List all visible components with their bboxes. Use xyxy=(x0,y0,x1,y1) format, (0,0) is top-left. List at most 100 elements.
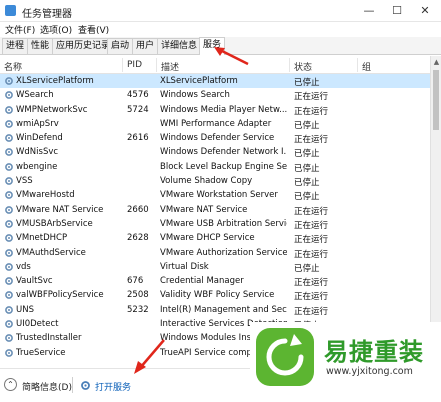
title-bar: 任务管理器 — ☐ ✕ xyxy=(0,0,441,22)
service-description: VMware DHCP Service xyxy=(160,233,255,244)
table-row[interactable]: VMUSBArbService VMware USB Arbitration Se… xyxy=(0,217,430,231)
service-status: 已停止 xyxy=(294,178,320,189)
task-manager-icon xyxy=(5,5,16,16)
tab-performance[interactable]: 性能 xyxy=(27,38,54,54)
service-description: VMware USB Arbitration Service xyxy=(160,218,287,229)
menu-options[interactable]: 选项(O) xyxy=(40,23,72,36)
tab-details[interactable]: 详细信息 xyxy=(157,38,202,54)
refresh-logo-icon xyxy=(256,328,314,386)
service-pid: 2628 xyxy=(127,233,149,244)
service-description: VMware NAT Service xyxy=(160,204,248,215)
table-row[interactable]: WSearch 4576 Windows Search 正在运行 xyxy=(0,88,430,102)
table-row[interactable]: VMAuthdService VMware Authorization Servi… xyxy=(0,246,430,260)
tab-processes[interactable]: 进程 xyxy=(2,38,29,54)
minimize-button[interactable]: — xyxy=(356,2,382,20)
service-name: valWBFPolicyService xyxy=(16,290,104,301)
service-gear-icon xyxy=(5,205,13,214)
service-name: wmiApSrv xyxy=(16,118,59,129)
service-name: VMwareHostd xyxy=(16,190,75,201)
table-row[interactable]: vds Virtual Disk 已停止 xyxy=(0,260,430,274)
service-pid: 5232 xyxy=(127,304,149,315)
service-gear-icon xyxy=(5,277,13,286)
service-description: Windows Defender Service xyxy=(160,133,275,144)
service-gear-icon xyxy=(5,148,13,157)
service-name: TrustedInstaller xyxy=(16,333,82,344)
service-gear-icon xyxy=(5,234,13,243)
service-status: 正在运行 xyxy=(294,278,329,289)
service-name: XLServicePlatform xyxy=(16,76,94,86)
tab-startup[interactable]: 启动 xyxy=(107,38,134,54)
column-header-name[interactable]: 名称 xyxy=(4,60,22,73)
table-row[interactable]: WinDefend 2616 Windows Defender Service 正在运… xyxy=(0,131,430,145)
service-gear-icon xyxy=(5,348,13,357)
fewer-details-link[interactable]: 简略信息(D) xyxy=(22,380,72,393)
table-row[interactable]: VMwareHostd VMware Workstation Server 已停止 xyxy=(0,188,430,202)
table-row[interactable]: WdNisSvc Windows Defender Network I... 已停止 xyxy=(0,145,430,159)
service-gear-icon xyxy=(5,105,13,114)
service-list: XLServicePlatform XLServicePlatform 已停止 WSe… xyxy=(0,74,430,360)
service-name: VaultSvc xyxy=(16,276,53,287)
scrollbar-thumb[interactable] xyxy=(433,70,439,130)
menu-file[interactable]: 文件(F) xyxy=(5,23,35,36)
service-gear-icon xyxy=(5,162,13,171)
service-status: 已停止 xyxy=(294,78,320,88)
service-status: 正在运行 xyxy=(294,206,329,217)
service-gear-icon xyxy=(5,334,13,343)
service-gear-icon xyxy=(5,305,13,314)
table-row[interactable]: VSS Volume Shadow Copy 已停止 xyxy=(0,174,430,188)
column-header-pid[interactable]: PID xyxy=(127,60,142,70)
service-name: WSearch xyxy=(16,90,54,101)
service-pid: 4576 xyxy=(127,90,149,101)
maximize-button[interactable]: ☐ xyxy=(384,2,410,20)
service-name: WdNisSvc xyxy=(16,147,59,158)
tab-users[interactable]: 用户 xyxy=(132,38,159,54)
service-name: VMUSBArbService xyxy=(16,218,93,229)
service-pid: 676 xyxy=(127,276,144,287)
table-row[interactable]: VMware NAT Service 2660 VMware NAT Service… xyxy=(0,203,430,217)
table-row[interactable]: wbengine Block Level Backup Engine Se... 已… xyxy=(0,160,430,174)
service-status: 正在运行 xyxy=(294,249,329,260)
column-header-status[interactable]: 状态 xyxy=(294,60,312,73)
service-status: 正在运行 xyxy=(294,292,329,303)
scroll-up-icon[interactable]: ▲ xyxy=(433,58,440,66)
service-name: VMAuthdService xyxy=(16,247,86,258)
service-name: WMPNetworkSvc xyxy=(16,104,88,115)
service-description: Windows Defender Network I... xyxy=(160,147,287,158)
collapse-up-icon[interactable]: ⌃ xyxy=(4,378,17,391)
service-status: 正在运行 xyxy=(294,235,329,246)
tab-app-history[interactable]: 应用历史记录 xyxy=(52,38,115,54)
service-description: VMware Authorization Service xyxy=(160,247,287,258)
table-row[interactable]: WMPNetworkSvc 5724 Windows Media Player Ne… xyxy=(0,103,430,117)
service-description: Intel(R) Management and Sec... xyxy=(160,304,287,315)
table-row[interactable]: valWBFPolicyService 2508 Validity WBF Poli… xyxy=(0,288,430,302)
services-gear-icon xyxy=(81,381,90,390)
table-row[interactable]: UNS 5232 Intel(R) Management and Sec... 正在运… xyxy=(0,303,430,317)
watermark-brand: 易捷重装 xyxy=(324,338,424,366)
tab-services[interactable]: 服务 xyxy=(199,37,226,55)
column-header-description[interactable]: 描述 xyxy=(161,60,179,73)
table-row[interactable]: wmiApSrv WMI Performance Adapter 已停止 xyxy=(0,117,430,131)
service-description: Virtual Disk xyxy=(160,261,209,272)
column-header-group[interactable]: 组 xyxy=(362,60,371,73)
table-row[interactable]: VaultSvc 676 Credential Manager 正在运行 xyxy=(0,274,430,288)
tab-bar: 进程 性能 应用历史记录 启动 用户 详细信息 服务 xyxy=(0,37,441,55)
open-services-link[interactable]: 打开服务 xyxy=(95,380,131,393)
service-name: VSS xyxy=(16,176,33,187)
service-gear-icon xyxy=(5,291,13,300)
service-status: 已停止 xyxy=(294,263,320,274)
service-name: vds xyxy=(16,261,31,272)
close-button[interactable]: ✕ xyxy=(412,2,438,20)
menu-view[interactable]: 查看(V) xyxy=(78,23,109,36)
service-gear-icon xyxy=(5,262,13,271)
vertical-scrollbar[interactable]: ▲ ▼ xyxy=(430,56,441,364)
service-status: 正在运行 xyxy=(294,106,329,117)
service-name: UNS xyxy=(16,304,34,315)
service-gear-icon xyxy=(5,134,13,143)
service-description: Windows Media Player Netw... xyxy=(160,104,287,115)
service-status: 已停止 xyxy=(294,120,320,131)
service-description: Validity WBF Policy Service xyxy=(160,290,275,301)
table-row[interactable]: XLServicePlatform XLServicePlatform 已停止 xyxy=(0,74,430,89)
service-description: Windows Search xyxy=(160,90,230,101)
table-header: 名称 PID 描述 状态 组 xyxy=(0,56,430,74)
table-row[interactable]: VMnetDHCP 2628 VMware DHCP Service 正在运行 xyxy=(0,231,430,245)
